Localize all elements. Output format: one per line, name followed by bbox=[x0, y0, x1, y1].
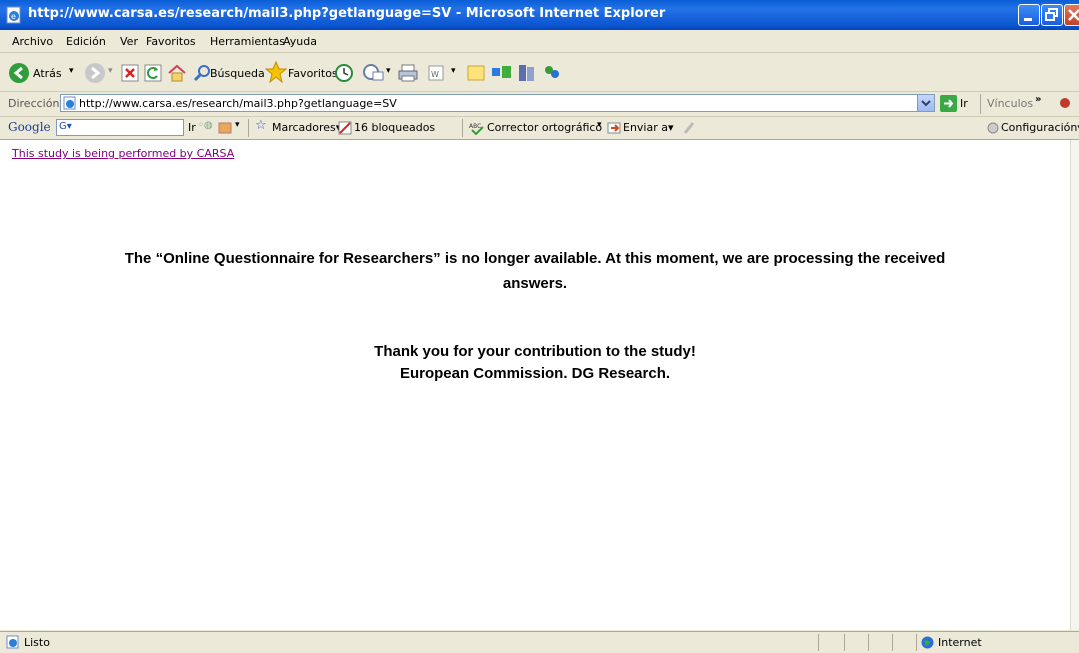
popup-blocked-count[interactable]: 16 bloqueados bbox=[354, 121, 435, 134]
go-button-label[interactable]: Ir bbox=[960, 97, 968, 110]
maximize-button[interactable] bbox=[1041, 4, 1063, 26]
spellcheck-icon: ABC bbox=[469, 123, 484, 135]
mail-icon[interactable] bbox=[363, 63, 385, 83]
edit-word-icon[interactable]: W bbox=[428, 65, 444, 81]
history-icon[interactable] bbox=[334, 63, 354, 83]
settings-button[interactable]: Configuración▾ bbox=[1001, 121, 1079, 134]
address-dropdown-button[interactable] bbox=[917, 95, 934, 111]
google-g-icon[interactable]: G▾ bbox=[59, 121, 72, 132]
svg-text:W: W bbox=[431, 70, 439, 79]
forward-dropdown-icon[interactable]: ▾ bbox=[108, 66, 113, 76]
pagerank-dropdown-icon[interactable]: ▾ bbox=[235, 120, 240, 130]
links-label[interactable]: Vínculos bbox=[987, 97, 1033, 110]
settings-icon bbox=[987, 122, 999, 134]
search-button-label[interactable]: Búsqueda bbox=[210, 67, 265, 80]
page-loaded-icon bbox=[6, 635, 19, 649]
thanks-line: Thank you for your contribution to the s… bbox=[374, 343, 696, 360]
status-bar: Listo Internet bbox=[0, 631, 1079, 653]
spellcheck-button-label[interactable]: Corrector ortográfico bbox=[487, 121, 602, 134]
restore-icon bbox=[1045, 8, 1058, 21]
separator bbox=[462, 119, 463, 137]
status-separator bbox=[868, 634, 869, 651]
extension-icon[interactable] bbox=[1058, 96, 1072, 110]
search-icon bbox=[193, 65, 210, 82]
send-to-icon bbox=[607, 122, 621, 134]
close-icon bbox=[1068, 9, 1079, 21]
bookmarks-button[interactable]: Marcadores▾ bbox=[272, 121, 341, 134]
page-content: This study is being performed by CARSA T… bbox=[0, 140, 1070, 630]
send-to-label: Enviar a bbox=[623, 121, 668, 134]
minimize-icon bbox=[1024, 18, 1032, 21]
messenger-people-icon[interactable] bbox=[542, 63, 562, 83]
signature-line: European Commission. DG Research. bbox=[399, 365, 671, 382]
menu-edicion[interactable]: Edición bbox=[66, 35, 106, 48]
unavailable-message-line2: answers. bbox=[502, 275, 568, 292]
security-zone: Internet bbox=[938, 636, 982, 649]
home-icon[interactable] bbox=[167, 63, 187, 83]
unavailable-message-line1: The “Online Questionnaire for Researcher… bbox=[124, 250, 946, 267]
back-button-label[interactable]: Atrás bbox=[33, 67, 62, 80]
pagerank-icon[interactable] bbox=[218, 121, 232, 135]
internet-globe-icon bbox=[921, 636, 934, 649]
svg-text:e: e bbox=[11, 12, 16, 21]
separator bbox=[980, 94, 981, 114]
send-to-button[interactable]: Enviar a▾ bbox=[623, 121, 674, 134]
forward-arrow-icon[interactable] bbox=[84, 62, 106, 84]
go-arrow-icon[interactable] bbox=[940, 95, 957, 112]
google-toolbar: Google G▾ Ir ◦◍ ▾ ☆ Marcadores▾ 16 bloqu… bbox=[0, 117, 1079, 140]
back-dropdown-icon[interactable]: ▾ bbox=[69, 66, 74, 76]
mail-dropdown-icon[interactable]: ▾ bbox=[386, 66, 391, 76]
svg-text:ABC: ABC bbox=[469, 123, 481, 130]
bookmarks-label: Marcadores bbox=[272, 121, 336, 134]
title-bar: e http://www.carsa.es/research/mail3.php… bbox=[0, 0, 1079, 30]
edit-dropdown-icon[interactable]: ▾ bbox=[451, 66, 456, 76]
chevron-down-icon bbox=[921, 100, 931, 107]
minimize-button[interactable] bbox=[1018, 4, 1040, 26]
discuss-icon[interactable] bbox=[467, 64, 485, 82]
status-separator bbox=[892, 634, 893, 651]
ie-page-icon: e bbox=[6, 6, 21, 24]
status-text: Listo bbox=[24, 636, 50, 649]
menu-favoritos[interactable]: Favoritos bbox=[146, 35, 196, 48]
address-bar: Dirección http://www.carsa.es/research/m… bbox=[0, 92, 1079, 117]
menu-ver[interactable]: Ver bbox=[120, 35, 138, 48]
address-label: Dirección bbox=[8, 97, 60, 110]
google-search-input[interactable]: G▾ bbox=[56, 119, 184, 136]
google-logo[interactable]: Google bbox=[8, 120, 51, 134]
popup-blocker-icon bbox=[338, 121, 352, 135]
spellcheck-dropdown-icon[interactable]: ▾ bbox=[597, 120, 602, 130]
google-go-label[interactable]: Ir bbox=[188, 121, 196, 134]
close-button[interactable] bbox=[1064, 4, 1079, 26]
separator bbox=[248, 119, 249, 137]
back-arrow-icon bbox=[9, 63, 29, 83]
favorites-star-icon bbox=[265, 61, 287, 83]
favorites-button-label[interactable]: Favoritos bbox=[288, 67, 338, 80]
google-go-icon[interactable]: ◦◍ bbox=[198, 120, 213, 131]
vertical-scrollbar[interactable] bbox=[1070, 140, 1079, 630]
address-input[interactable]: http://www.carsa.es/research/mail3.php?g… bbox=[60, 94, 935, 112]
status-separator bbox=[844, 634, 845, 651]
highlight-pencil-icon[interactable] bbox=[683, 121, 695, 135]
window-title: http://www.carsa.es/research/mail3.php?g… bbox=[28, 6, 666, 21]
print-icon[interactable] bbox=[398, 63, 418, 83]
menu-ayuda[interactable]: Ayuda bbox=[283, 35, 317, 48]
menu-herramientas[interactable]: Herramientas bbox=[210, 35, 285, 48]
chevron-more-icon[interactable]: » bbox=[1035, 94, 1041, 105]
status-separator bbox=[818, 634, 819, 651]
bookmarks-star-icon: ☆ bbox=[255, 118, 267, 133]
menu-archivo[interactable]: Archivo bbox=[12, 35, 53, 48]
research-icon[interactable] bbox=[517, 63, 537, 83]
address-url: http://www.carsa.es/research/mail3.php?g… bbox=[79, 97, 397, 110]
page-icon bbox=[63, 96, 76, 110]
menu-bar: Archivo Edición Ver Favoritos Herramient… bbox=[0, 30, 1079, 77]
settings-label: Configuración bbox=[1001, 121, 1078, 134]
status-separator bbox=[916, 634, 917, 651]
carsa-link[interactable]: This study is being performed by CARSA bbox=[12, 147, 234, 160]
refresh-icon[interactable] bbox=[144, 64, 162, 82]
messenger-icon[interactable] bbox=[491, 63, 513, 83]
standard-toolbar: Atrás ▾ ▾ Búsqueda Favoritos ▾ W ▾ bbox=[0, 53, 1079, 92]
stop-icon[interactable] bbox=[121, 64, 139, 82]
